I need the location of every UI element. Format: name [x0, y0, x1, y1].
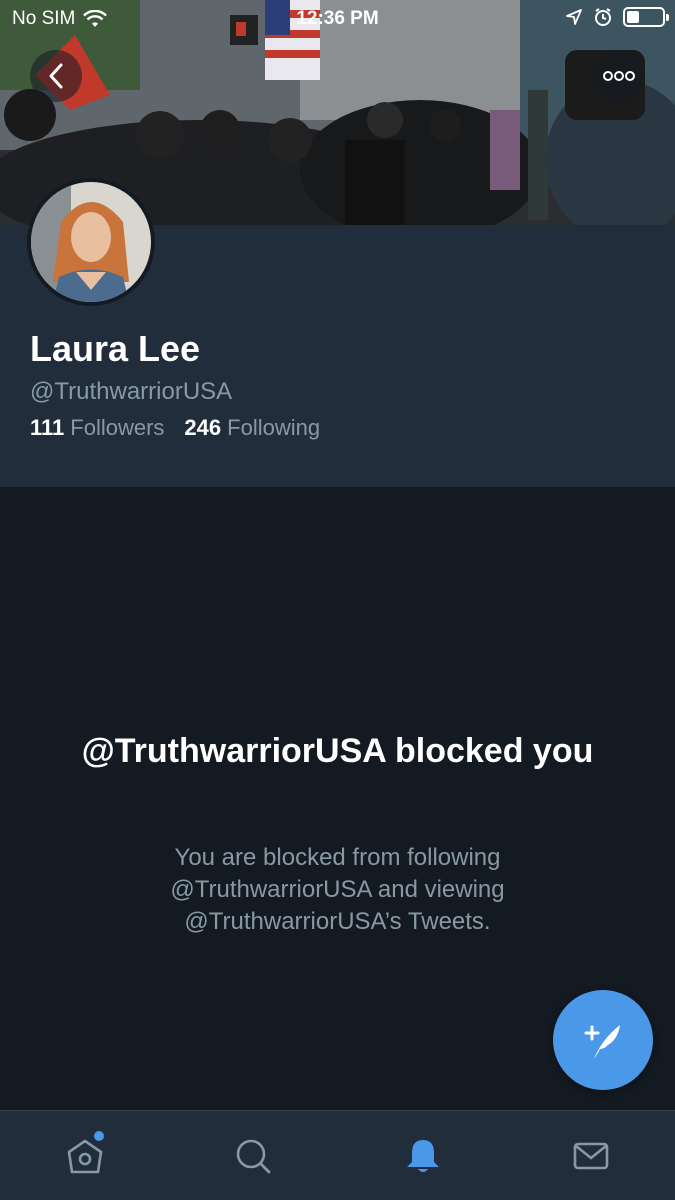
following-label: Following: [227, 415, 321, 440]
alarm-icon: [595, 8, 611, 26]
avatar-photo: [31, 182, 151, 302]
profile-handle: @TruthwarriorUSA: [30, 378, 233, 405]
home-icon: [67, 1139, 103, 1174]
more-options-button[interactable]: [593, 50, 645, 102]
status-bar: No SIM 12:36 PM: [0, 0, 675, 40]
compose-tweet-icon: [584, 1025, 620, 1059]
more-dots-icon: [603, 71, 635, 81]
location-icon: [566, 9, 582, 25]
followers-label: Followers: [70, 415, 165, 440]
search-icon: [236, 1139, 271, 1174]
blocked-description: You are blocked from following @Truthwar…: [170, 844, 505, 935]
back-button[interactable]: [30, 50, 82, 102]
tab-notifications[interactable]: [400, 1133, 446, 1179]
compose-tweet-button[interactable]: [553, 990, 653, 1090]
profile-stats: 111 Followers 246 Following: [30, 415, 320, 441]
bell-icon: [407, 1140, 439, 1172]
profile-name: Laura Lee: [30, 328, 201, 369]
following-count: 246: [184, 415, 222, 440]
battery-icon: [623, 7, 669, 27]
avatar[interactable]: [27, 178, 155, 306]
status-right: [565, 7, 669, 27]
blocked-title: @TruthwarriorUSA blocked you: [81, 732, 594, 770]
bottom-tab-bar: [0, 1110, 675, 1200]
home-notification-dot: [94, 1131, 104, 1141]
followers-link[interactable]: 111 Followers: [30, 415, 164, 441]
tab-messages[interactable]: [568, 1133, 614, 1179]
mail-icon: [573, 1142, 609, 1170]
chevron-left-icon: [49, 63, 63, 89]
followers-count: 111: [30, 415, 65, 440]
tab-search[interactable]: [230, 1133, 276, 1179]
following-link[interactable]: 246 Following: [184, 415, 320, 441]
